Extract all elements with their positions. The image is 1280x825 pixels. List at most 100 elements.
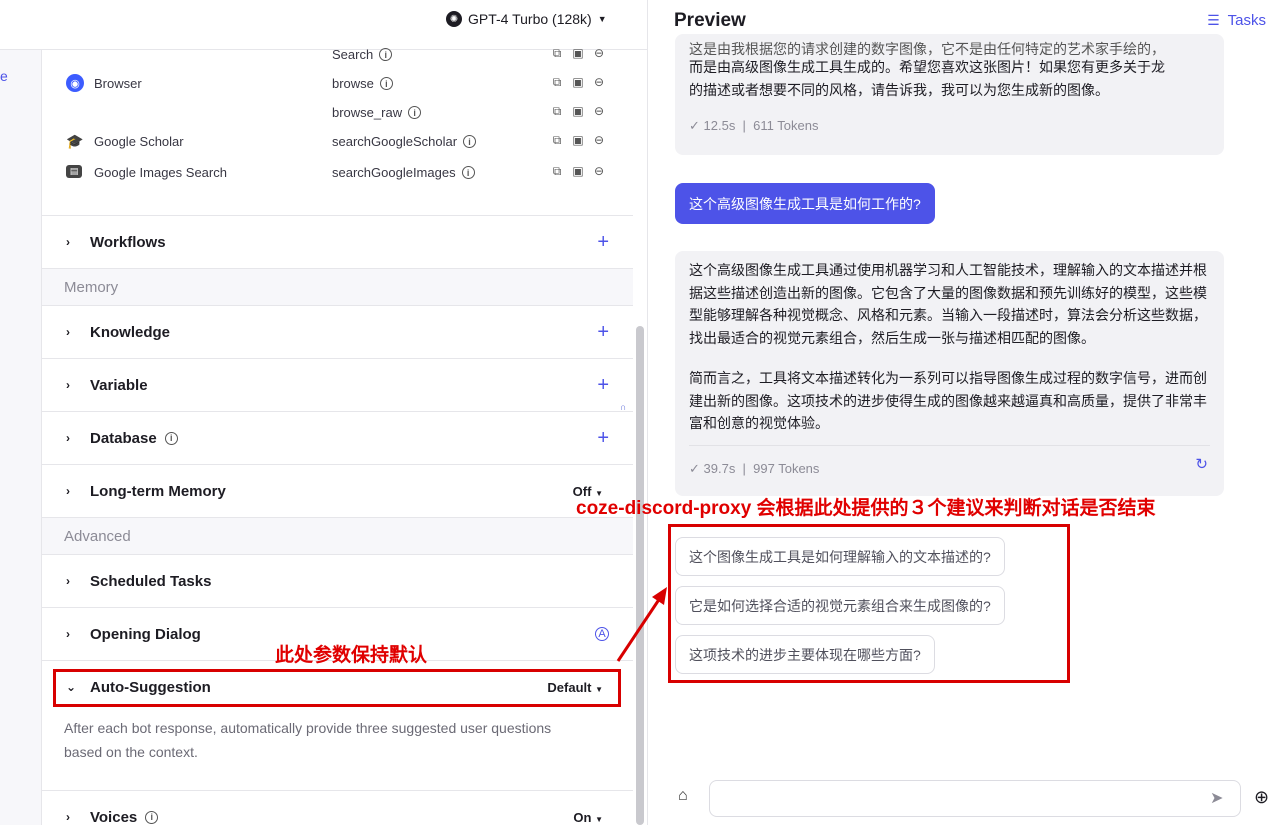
tool-actions: ⧉ ▣ ⊖ [550,104,606,119]
preview-icon[interactable]: ▣ [571,164,585,178]
add-circle-icon[interactable]: ⊕ [1254,787,1269,808]
openai-icon: ✺ [446,11,462,27]
model-label: GPT-4 Turbo (128k) [468,11,592,27]
preview-icon[interactable]: ▣ [571,104,585,118]
send-icon[interactable]: ➤ [1210,788,1223,808]
chevron-right-icon: › [66,484,70,498]
tasks-button[interactable]: ☰ Tasks [1207,12,1266,29]
watermark-logo: ∩ [620,402,627,412]
copy-icon[interactable]: ⧉ [550,133,564,147]
info-icon[interactable]: i [408,106,422,119]
add-icon[interactable]: + [597,374,609,397]
section-scheduled-tasks[interactable]: › Scheduled Tasks [42,554,633,607]
plugin-name: Google Scholar [94,134,184,149]
section-title: Opening Dialog [90,625,201,643]
section-voices[interactable]: › Voices i On ▼ [42,790,633,825]
tasks-icon: ☰ [1207,12,1220,28]
chevron-down-icon: ▼ [597,14,607,24]
chevron-right-icon: › [66,627,70,641]
tool-actions: ⧉ ▣ ⊖ [550,164,606,179]
section-knowledge[interactable]: › Knowledge + [42,305,633,358]
tool-actions: ⧉ ▣ ⊖ [550,46,606,61]
auto-icon[interactable]: A [595,627,609,641]
add-icon[interactable]: + [597,427,609,450]
plugin-name: Google Images Search [94,165,227,180]
clear-chat-icon[interactable]: ⌂ [678,787,688,805]
chevron-right-icon: › [66,325,70,339]
chevron-right-icon: › [66,235,70,249]
remove-icon[interactable]: ⊖ [592,104,606,118]
annotation-text-top: coze-discord-proxy 会根据此处提供的３个建议来判断对话是否结束 [576,498,1156,519]
add-icon[interactable]: + [597,321,609,344]
config-panel: Search i ⧉ ▣ ⊖ ◉ Browser browse i ⧉ ▣ ⊖ br… [42,46,633,825]
preview-title: Preview [674,10,746,31]
tool-name: browse_raw i [332,105,422,120]
remove-icon[interactable]: ⊖ [592,46,606,60]
tool-name: browse i [332,76,393,91]
left-nav-strip: e [0,0,42,825]
copy-icon[interactable]: ⧉ [550,164,564,178]
chevron-right-icon: › [66,378,70,392]
annotation-box-suggestions [668,524,1070,683]
remove-icon[interactable]: ⊖ [592,133,606,147]
config-scrollbar[interactable] [636,326,644,825]
voices-select[interactable]: On ▼ [573,810,603,825]
nav-stub-text: e [0,68,8,84]
bot-message: 这是由我根据您的请求创建的数字图像，它不是由任何特定的艺术家手绘的， 而是由高级… [675,34,1224,155]
tool-name: searchGoogleImages i [332,165,475,180]
model-selector[interactable]: ✺ GPT-4 Turbo (128k) ▼ [446,11,607,27]
bot-message: 这个高级图像生成工具通过使用机器学习和人工智能技术，理解输入的文本描述并根据这些… [675,251,1224,496]
preview-icon[interactable]: ▣ [571,46,585,60]
chevron-right-icon: › [66,431,70,445]
preview-icon[interactable]: ▣ [571,133,585,147]
auto-suggestion-description: After each bot response, automatically p… [64,720,552,760]
tool-name: Search i [332,47,393,62]
preview-icon[interactable]: ▣ [571,75,585,89]
message-meta: ✓ 39.7s | 997 Tokens ↻ [689,444,1210,481]
plugin-row: ◉ Browser browse i ⧉ ▣ ⊖ [66,71,626,97]
plugin-row: 🎓 Google Scholar searchGoogleScholar i ⧉ … [66,129,626,155]
tool-actions: ⧉ ▣ ⊖ [550,75,606,90]
message-text: 这个高级图像生成工具通过使用机器学习和人工智能技术，理解输入的文本描述并根据这些… [689,262,1207,346]
chevron-right-icon: › [66,810,70,824]
section-title: Voices i [90,809,159,825]
section-database[interactable]: › Database i + [42,411,633,464]
info-icon[interactable]: i [379,77,393,90]
remove-icon[interactable]: ⊖ [592,75,606,89]
chevron-right-icon: › [66,574,70,588]
message-meta: ✓ 12.5s | 611 Tokens [689,118,819,133]
section-title: Workflows [90,233,166,251]
info-icon[interactable]: i [463,135,477,148]
section-title: Variable [90,376,148,394]
copy-icon[interactable]: ⧉ [550,75,564,89]
group-advanced: Advanced [42,517,633,554]
group-memory: Memory [42,268,633,305]
info-icon[interactable]: i [461,166,475,179]
message-text: 的描述或者想要不同的风格，请告诉我，我可以为您生成新的图像。 [689,81,1109,98]
add-icon[interactable]: + [597,231,609,254]
section-title: Long-term Memory [90,482,226,500]
message-text: 简而言之，工具将文本描述转化为一系列可以指导图像生成过程的数字信号，进而创建出新… [689,370,1207,431]
section-variable[interactable]: › Variable + [42,358,633,411]
section-long-term-memory[interactable]: › Long-term Memory Off ▼ [42,464,633,517]
info-icon[interactable]: i [164,431,178,445]
copy-icon[interactable]: ⧉ [550,104,564,118]
section-title: Knowledge [90,323,171,341]
section-workflows[interactable]: › Workflows + [42,215,633,268]
browser-icon: ◉ [66,74,84,92]
remove-icon[interactable]: ⊖ [592,164,606,178]
section-title: Database i [90,430,178,447]
regenerate-icon[interactable]: ↻ [1195,454,1208,477]
plugin-name: Browser [94,76,142,91]
plugin-row: browse_raw i ⧉ ▣ ⊖ [66,100,626,126]
chat-input[interactable] [709,780,1241,817]
divider [647,0,648,825]
info-icon[interactable]: i [145,810,159,824]
annotation-text-left: 此处参数保持默认 [275,645,428,666]
scholar-icon: 🎓 [66,132,84,149]
plugin-row: Search i ⧉ ▣ ⊖ [66,42,626,68]
tool-name: searchGoogleScholar i [332,134,477,149]
info-icon[interactable]: i [379,48,393,61]
app-root: e ✺ GPT-4 Turbo (128k) ▼ Search i ⧉ ▣ ⊖ ◉… [0,0,1280,825]
copy-icon[interactable]: ⧉ [550,46,564,60]
